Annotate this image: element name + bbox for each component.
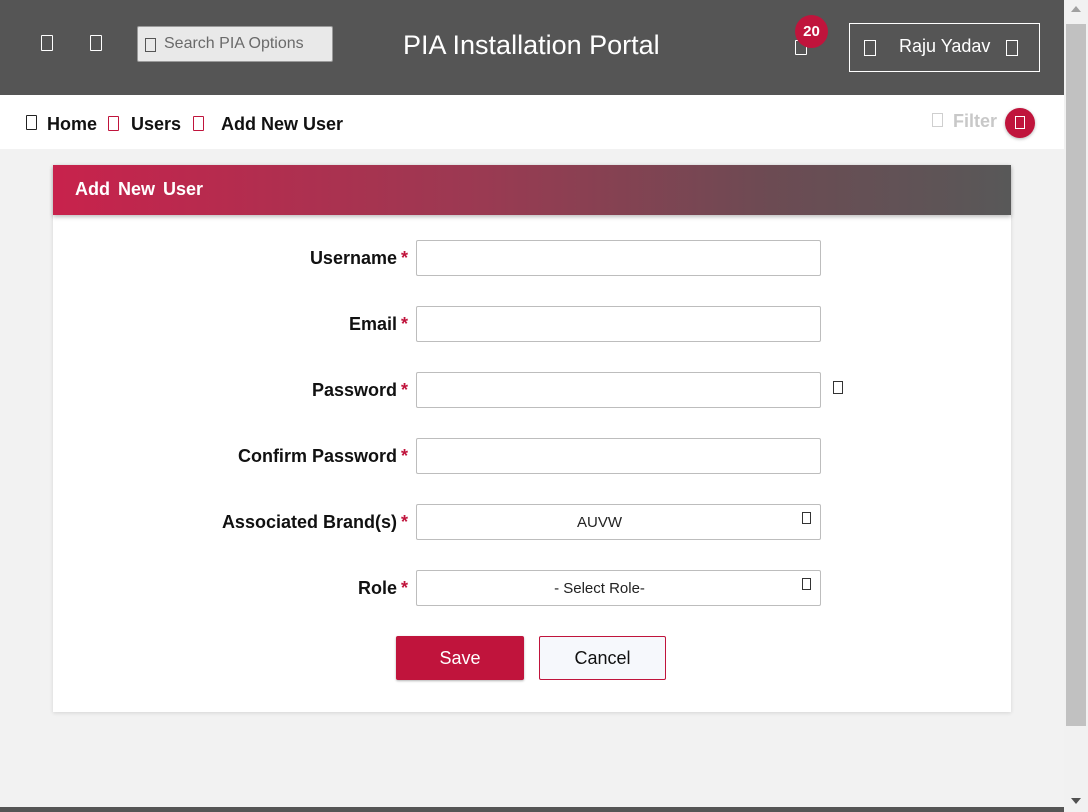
eye-icon[interactable]: [833, 381, 843, 394]
chevron-right-icon: [193, 116, 204, 131]
chevron-right-icon: [108, 116, 119, 131]
user-icon: [864, 40, 876, 56]
scroll-up-arrow-icon[interactable]: [1071, 6, 1081, 12]
password-field[interactable]: [416, 372, 821, 408]
role-select[interactable]: - Select Role-: [416, 570, 821, 606]
notification-badge[interactable]: 20: [795, 15, 828, 48]
search-input[interactable]: [164, 27, 330, 61]
card-header: Add New User: [53, 165, 1011, 215]
brands-label: Associated Brand(s) *: [221, 512, 408, 532]
username-label: Username *: [309, 248, 408, 268]
scroll-down-arrow-icon[interactable]: [1071, 798, 1081, 804]
cancel-button[interactable]: Cancel: [539, 636, 666, 680]
email-label: Email *: [348, 314, 408, 334]
funnel-icon: [1015, 116, 1025, 129]
confirm-password-label: Confirm Password *: [237, 446, 408, 466]
scrollbar-thumb[interactable]: [1066, 24, 1086, 726]
filter-icon[interactable]: [932, 113, 943, 127]
search-box: [137, 26, 333, 62]
filter-label[interactable]: Filter: [953, 111, 997, 132]
card-title: Add New User: [75, 179, 204, 199]
user-name: Raju Yadav: [899, 36, 991, 56]
username-field[interactable]: [416, 240, 821, 276]
brands-selected-value: AUVW: [577, 514, 622, 531]
footer-strip: [0, 807, 1064, 812]
top-navigation-bar: PIA Installation Portal 20 Raju Yadav: [0, 0, 1064, 95]
breadcrumb: Home Users Add New User Filter: [0, 95, 1064, 149]
search-icon: [145, 38, 156, 52]
chevron-down-icon: [802, 512, 811, 524]
role-label: Role *: [357, 578, 408, 598]
user-menu[interactable]: Raju Yadav: [849, 23, 1040, 72]
breadcrumb-users[interactable]: Users: [131, 114, 181, 135]
home-icon[interactable]: [90, 35, 102, 51]
portal-title: PIA Installation Portal: [403, 30, 660, 60]
brands-select[interactable]: AUVW: [416, 504, 821, 540]
filter-toggle-button[interactable]: [1005, 108, 1035, 138]
breadcrumb-current: Add New User: [221, 114, 344, 134]
chevron-down-icon: [1006, 40, 1018, 56]
chevron-down-icon: [802, 578, 811, 590]
password-label: Password *: [311, 380, 408, 400]
menu-icon[interactable]: [41, 35, 53, 51]
confirm-password-field[interactable]: [416, 438, 821, 474]
add-user-card: Add New User Username * Email * Password * …: [53, 165, 1011, 712]
save-button[interactable]: Save: [396, 636, 524, 680]
breadcrumb-home[interactable]: Home: [47, 114, 97, 135]
vertical-scrollbar[interactable]: [1064, 0, 1088, 812]
email-field[interactable]: [416, 306, 821, 342]
role-selected-value: - Select Role-: [554, 580, 645, 597]
home-icon[interactable]: [26, 115, 37, 130]
